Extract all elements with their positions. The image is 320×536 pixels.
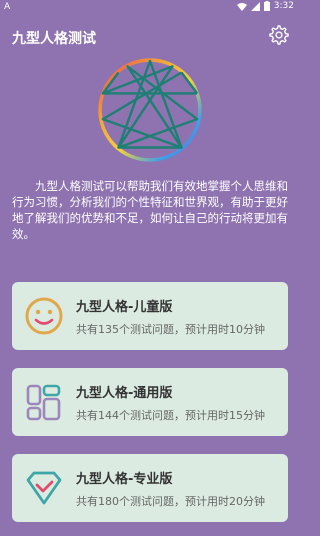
card-title: 九型人格-通用版 (76, 386, 173, 401)
status-bar: A 3:32 (0, 0, 300, 14)
card-description: 共有144个测试问题，预计用时15分钟 (76, 409, 265, 422)
card-description: 共有180个测试问题，预计用时20分钟 (76, 495, 265, 508)
grid-apps-icon (26, 384, 61, 421)
general-test-card[interactable]: 九型人格-通用版 共有144个测试问题，预计用时15分钟 (12, 368, 288, 436)
enneagram-logo (98, 58, 202, 162)
card-description: 共有135个测试问题，预计用时10分钟 (76, 323, 265, 336)
smiley-icon (25, 297, 63, 335)
kids-test-card[interactable]: 九型人格-儿童版 共有135个测试问题，预计用时10分钟 (12, 282, 288, 350)
signal-icon (250, 1, 260, 11)
status-time: 3:32 (273, 1, 294, 11)
battery-icon (263, 1, 270, 11)
notification-badge: A (4, 2, 11, 12)
intro-text: 九型人格测试可以帮助我们有效地掌握个人思维和行为习惯，分析我们的个性特征和世界观… (12, 179, 288, 241)
settings-button[interactable] (268, 24, 290, 46)
diamond-check-icon (26, 471, 62, 505)
wifi-icon (236, 2, 247, 11)
card-title: 九型人格-专业版 (76, 472, 173, 487)
gear-icon (269, 25, 289, 45)
card-title: 九型人格-儿童版 (76, 300, 173, 315)
page-title: 九型人格测试 (12, 31, 96, 47)
pro-test-card[interactable]: 九型人格-专业版 共有180个测试问题，预计用时20分钟 (12, 454, 288, 522)
app-header: 九型人格测试 (0, 18, 300, 54)
